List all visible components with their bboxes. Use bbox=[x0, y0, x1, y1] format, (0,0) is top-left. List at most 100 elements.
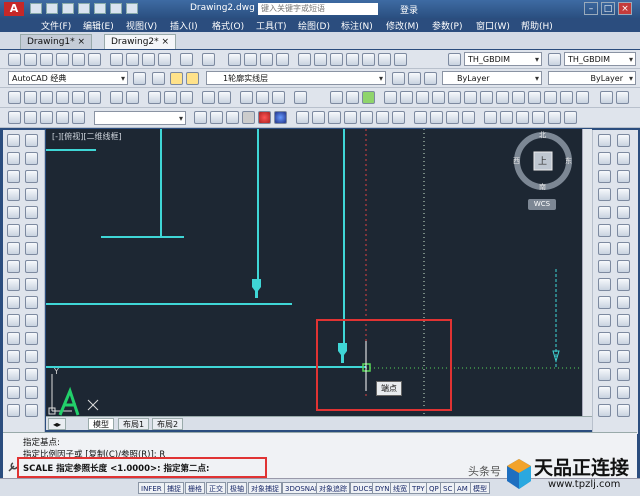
snap-from-icon[interactable] bbox=[598, 404, 611, 417]
mesh-smooth-icon[interactable] bbox=[430, 111, 443, 124]
compass-south[interactable]: 南 bbox=[539, 182, 546, 192]
dim-arc-icon[interactable] bbox=[416, 91, 429, 104]
minimize-button[interactable]: – bbox=[584, 2, 598, 15]
join-icon[interactable] bbox=[25, 350, 38, 363]
move-3d-icon[interactable] bbox=[240, 91, 253, 104]
sphere-icon[interactable] bbox=[56, 91, 69, 104]
tab-layout1[interactable]: 布局1 bbox=[118, 418, 150, 430]
zoom-previous-icon[interactable] bbox=[276, 53, 289, 66]
view-left-icon[interactable] bbox=[40, 111, 53, 124]
layer-on-icon[interactable] bbox=[170, 72, 183, 85]
zoom-window-icon[interactable] bbox=[260, 53, 273, 66]
dim-linear-icon[interactable] bbox=[384, 91, 397, 104]
solid-edit-icon[interactable] bbox=[484, 111, 497, 124]
properties-icon[interactable] bbox=[298, 53, 311, 66]
menu-edit[interactable]: 编辑(E) bbox=[83, 19, 114, 32]
text-style-icon[interactable] bbox=[25, 206, 38, 219]
cut-icon[interactable] bbox=[110, 53, 123, 66]
dim-angular-icon[interactable] bbox=[480, 91, 493, 104]
orbit-icon[interactable] bbox=[294, 91, 307, 104]
hatch-icon[interactable] bbox=[7, 386, 20, 399]
wcs-menu[interactable]: WCS bbox=[528, 199, 556, 210]
color-select[interactable]: ByLayer bbox=[442, 71, 542, 85]
rotate-3d-icon[interactable] bbox=[256, 91, 269, 104]
visual-style-icon[interactable] bbox=[194, 111, 207, 124]
login-link[interactable]: 登录 bbox=[400, 3, 418, 16]
revision-cloud-icon[interactable] bbox=[7, 260, 20, 273]
background-icon[interactable] bbox=[312, 111, 325, 124]
make-current-layer-icon[interactable] bbox=[392, 72, 405, 85]
box-icon[interactable] bbox=[8, 91, 21, 104]
ucs-world-icon[interactable] bbox=[346, 91, 359, 104]
named-view-select[interactable] bbox=[94, 111, 186, 125]
stretch-object-icon[interactable] bbox=[617, 278, 630, 291]
sun-icon[interactable] bbox=[328, 111, 341, 124]
break-at-point-icon[interactable] bbox=[617, 332, 630, 345]
menu-file[interactable]: 文件(F) bbox=[41, 19, 71, 32]
rectangle-icon[interactable] bbox=[7, 206, 20, 219]
layer-select[interactable]: 1轮廓实线层 bbox=[206, 71, 386, 85]
close-button[interactable]: × bbox=[618, 2, 632, 15]
quick-dim-icon[interactable] bbox=[496, 91, 509, 104]
menu-view[interactable]: 视图(V) bbox=[126, 19, 157, 32]
subtract-icon[interactable] bbox=[164, 91, 177, 104]
layer-freeze-icon[interactable] bbox=[186, 72, 199, 85]
snap-midpoint-icon[interactable] bbox=[598, 152, 611, 165]
cone-icon[interactable] bbox=[40, 91, 53, 104]
redo-icon[interactable] bbox=[202, 53, 215, 66]
snap-tangent-icon[interactable] bbox=[598, 224, 611, 237]
menu-tools[interactable]: 工具(T) bbox=[256, 19, 287, 32]
text-edit-icon[interactable] bbox=[25, 134, 38, 147]
revolve-icon[interactable] bbox=[126, 91, 139, 104]
publish-icon[interactable] bbox=[88, 53, 101, 66]
open-icon[interactable] bbox=[24, 53, 37, 66]
cylinder-icon[interactable] bbox=[72, 91, 85, 104]
vertical-scrollbar[interactable] bbox=[582, 129, 592, 416]
save-icon[interactable] bbox=[40, 53, 53, 66]
match-properties-icon[interactable] bbox=[158, 53, 171, 66]
camera-icon[interactable] bbox=[344, 111, 357, 124]
snap-settings-icon[interactable] bbox=[598, 350, 611, 363]
separate-icon[interactable] bbox=[532, 111, 545, 124]
move-icon[interactable] bbox=[25, 224, 38, 237]
snap-perpendicular-icon[interactable] bbox=[598, 242, 611, 255]
scale-icon[interactable] bbox=[25, 260, 38, 273]
status-lineweight[interactable]: 线宽 bbox=[390, 482, 410, 494]
array-icon[interactable] bbox=[617, 206, 630, 219]
gradient-icon[interactable] bbox=[7, 404, 20, 417]
snap-parallel-icon[interactable] bbox=[598, 260, 611, 273]
fillet-icon[interactable] bbox=[25, 386, 38, 399]
maximize-button[interactable]: □ bbox=[601, 2, 615, 15]
tab-nav-icon[interactable]: ◂▸ bbox=[48, 418, 67, 430]
linetype-select[interactable]: ByLayer bbox=[548, 71, 636, 85]
design-center-icon[interactable] bbox=[314, 53, 327, 66]
status-otrack[interactable]: 对象追踪 bbox=[316, 482, 350, 494]
dim-baseline-icon[interactable] bbox=[512, 91, 525, 104]
menu-format[interactable]: 格式(O) bbox=[212, 19, 244, 32]
undo-icon[interactable] bbox=[110, 3, 122, 14]
view-front-icon[interactable] bbox=[72, 111, 85, 124]
close-icon[interactable]: × bbox=[78, 37, 86, 47]
realistic-icon[interactable] bbox=[242, 111, 255, 124]
insert-block-icon[interactable] bbox=[7, 332, 20, 345]
snap-none-icon[interactable] bbox=[598, 332, 611, 345]
tab-drawing2[interactable]: Drawing2* × bbox=[104, 34, 177, 49]
view-top-icon[interactable] bbox=[8, 111, 21, 124]
find-text-icon[interactable] bbox=[25, 188, 38, 201]
spell-check-icon[interactable] bbox=[25, 170, 38, 183]
redo-icon[interactable] bbox=[126, 3, 138, 14]
ellipse-arc-icon[interactable] bbox=[7, 314, 20, 327]
status-ortho[interactable]: 正交 bbox=[206, 482, 226, 494]
compass-east[interactable]: 东 bbox=[565, 156, 572, 166]
preview-icon[interactable] bbox=[72, 53, 85, 66]
view-bottom-icon[interactable] bbox=[24, 111, 37, 124]
status-tpy[interactable]: TPY bbox=[409, 482, 428, 494]
status-grid[interactable]: 栅格 bbox=[185, 482, 205, 494]
dim-style-manager-icon[interactable] bbox=[616, 91, 629, 104]
drawing-canvas[interactable]: [-][俯视][二维线框] 上 北 南 东 西 WCS Y 端点 bbox=[46, 129, 592, 416]
intersect-icon[interactable] bbox=[180, 91, 193, 104]
help-icon[interactable] bbox=[394, 53, 407, 66]
snap-node-icon[interactable] bbox=[598, 278, 611, 291]
dim-edit-icon[interactable] bbox=[576, 91, 589, 104]
offset-icon[interactable] bbox=[617, 188, 630, 201]
